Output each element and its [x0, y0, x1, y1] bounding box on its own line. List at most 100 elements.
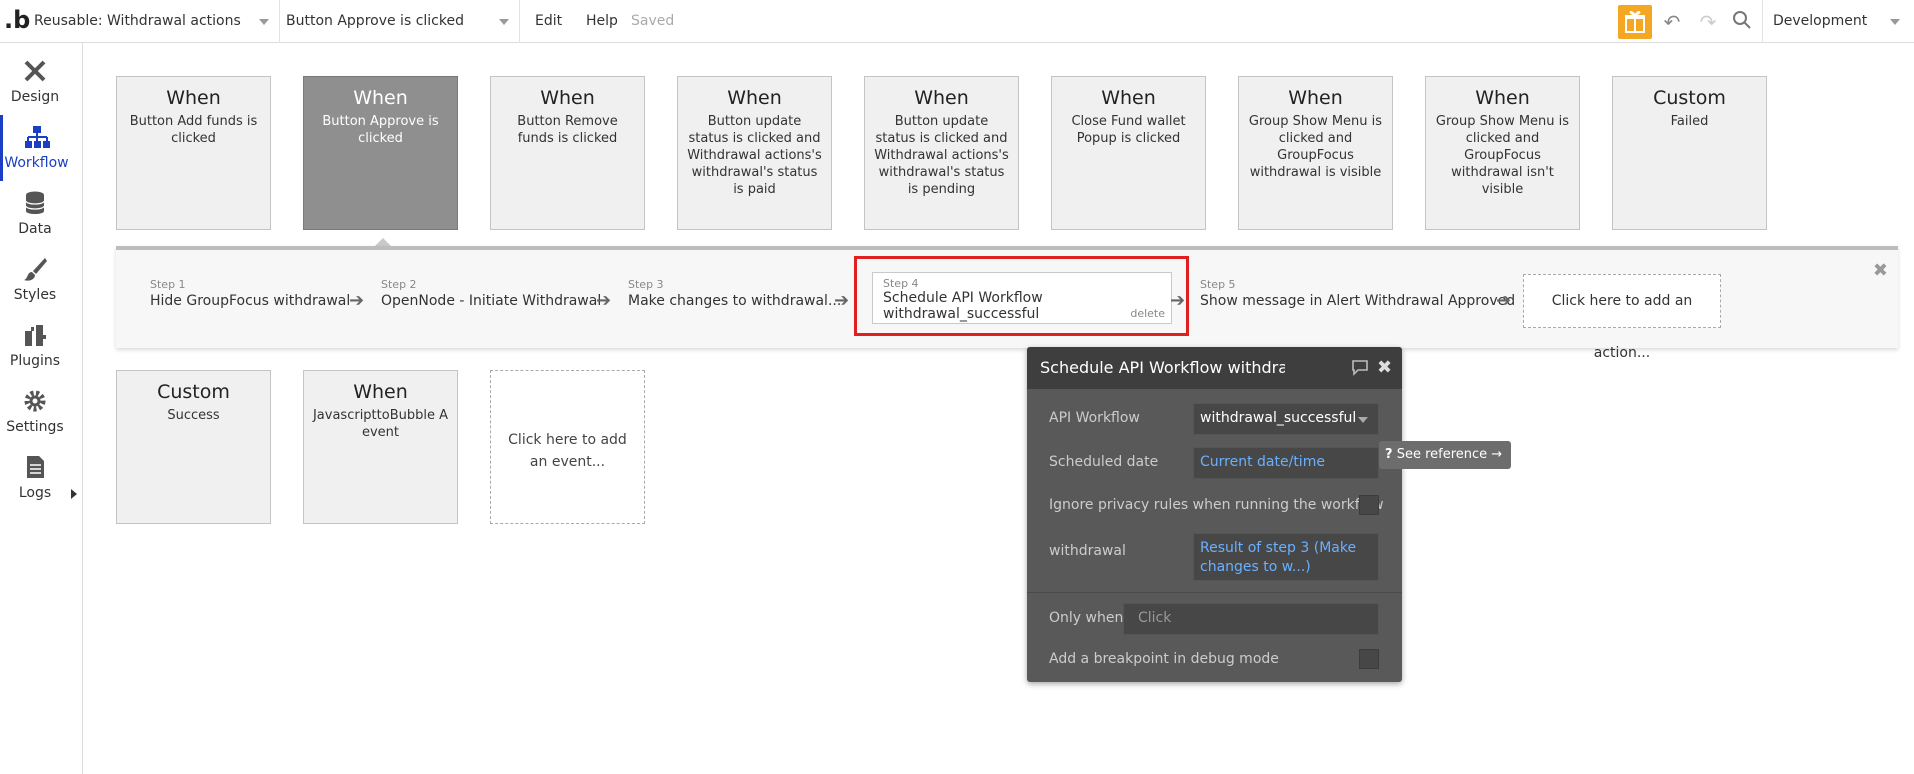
redo-icon[interactable]: ↷ — [1696, 10, 1720, 34]
event-card[interactable]: When Button update status is clicked and… — [864, 76, 1019, 230]
step-1[interactable]: Step 1 Hide GroupFocus withdrawal — [150, 278, 350, 309]
step-number: Step 5 — [1200, 278, 1236, 291]
event-card[interactable]: When Button Remove funds is clicked — [490, 76, 645, 230]
step-number: Step 1 — [150, 278, 186, 291]
step-3[interactable]: Step 3 Make changes to withdrawal... — [628, 278, 841, 309]
environment-selector[interactable]: Development — [1762, 0, 1914, 43]
sidebar-item-plugins[interactable]: Plugins — [0, 313, 70, 379]
sidebar-item-label: Styles — [13, 287, 57, 303]
step-number: Step 2 — [381, 278, 417, 291]
breakpoint-checkbox[interactable] — [1359, 649, 1379, 669]
event-description: Close Fund wallet Popup is clicked — [1071, 114, 1186, 146]
close-icon[interactable]: ✖ — [1873, 260, 1888, 281]
step-4-highlight: Step 4 Schedule API Workflow withdrawal_… — [854, 256, 1189, 336]
event-card-selected[interactable]: When Button Approve is clicked — [303, 76, 458, 230]
step-label: OpenNode - Initiate Withdrawal — [381, 293, 602, 309]
sidebar-item-label: Data — [18, 221, 52, 237]
gear-icon — [24, 390, 46, 412]
panel-divider — [1027, 592, 1402, 593]
add-action-button[interactable]: Click here to add an action... — [1523, 274, 1721, 361]
event-card[interactable]: When Close Fund wallet Popup is clicked — [1051, 76, 1206, 230]
step-4[interactable]: Step 4 Schedule API Workflow withdrawal_… — [872, 272, 1172, 324]
api-workflow-value: withdrawal_successful — [1200, 410, 1357, 426]
design-icon — [24, 60, 46, 82]
panel-title: Schedule API Workflow withdrawal_success… — [1040, 358, 1285, 377]
event-description: Button update status is clicked and With… — [874, 114, 1009, 197]
action-property-panel: Schedule API Workflow withdrawal_success… — [1027, 347, 1402, 682]
step-number: Step 4 — [883, 277, 919, 290]
database-icon — [25, 191, 45, 214]
event-card[interactable]: When JavascripttoBubble A event — [303, 370, 458, 524]
comment-icon[interactable] — [1350, 357, 1370, 382]
step-number: Step 3 — [628, 278, 664, 291]
sidebar-item-label: Workflow — [4, 155, 69, 171]
sidebar-item-data[interactable]: Data — [0, 181, 70, 247]
delete-step-link[interactable]: delete — [1130, 307, 1165, 320]
scheduled-date-field[interactable]: Current date/time — [1193, 447, 1379, 479]
ignore-privacy-checkbox[interactable] — [1359, 495, 1379, 515]
bubble-logo-icon[interactable]: .b — [4, 6, 30, 36]
event-card[interactable]: When Group Show Menu is clicked and Grou… — [1425, 76, 1580, 230]
sidebar-item-styles[interactable]: Styles — [0, 247, 70, 313]
event-description: Group Show Menu is clicked and GroupFocu… — [1435, 114, 1570, 197]
expand-arrow-icon[interactable] — [71, 489, 77, 499]
panel-header: Schedule API Workflow withdrawal_success… — [1027, 347, 1402, 389]
event-kind: When — [727, 87, 782, 109]
withdrawal-label: withdrawal — [1049, 543, 1126, 559]
see-reference-button[interactable]: ? See reference → — [1379, 441, 1511, 469]
add-event-button[interactable]: Click here to add an event... — [490, 370, 645, 524]
arrow-right-icon: ➔ — [1170, 290, 1186, 311]
event-kind: When — [166, 87, 221, 109]
event-card[interactable]: When Button update status is clicked and… — [677, 76, 832, 230]
sidebar-item-logs[interactable]: Logs — [0, 445, 70, 511]
sidebar-item-design[interactable]: Design — [0, 49, 70, 115]
only-when-label: Only when — [1049, 610, 1124, 626]
only-when-input[interactable]: Click — [1123, 603, 1379, 635]
event-description: Button Remove funds is clicked — [517, 114, 618, 146]
top-bar: .b Reusable: Withdrawal actions Button A… — [0, 0, 1914, 43]
event-selector-label: Button Approve is clicked — [286, 13, 464, 29]
arrow-right-icon: ➔ — [834, 290, 850, 311]
chevron-down-icon — [259, 19, 269, 25]
event-kind: When — [540, 87, 595, 109]
menu-edit[interactable]: Edit — [535, 0, 562, 43]
event-description: Failed — [1670, 114, 1709, 129]
event-card[interactable]: When Button Add funds is clicked — [116, 76, 271, 230]
event-selector[interactable]: Button Approve is clicked — [280, 0, 520, 43]
undo-icon[interactable]: ↶ — [1660, 10, 1684, 34]
chevron-down-icon — [1358, 417, 1368, 423]
event-card[interactable]: When Group Show Menu is clicked and Grou… — [1238, 76, 1393, 230]
step-2[interactable]: Step 2 OpenNode - Initiate Withdrawal — [381, 278, 601, 309]
event-card[interactable]: Custom Failed — [1612, 76, 1767, 230]
withdrawal-field[interactable]: Result of step 3 (Make changes to w...) — [1193, 533, 1379, 581]
left-sidebar: Design Workflow Data Styles Plugins Sett… — [0, 43, 83, 774]
page-selector[interactable]: Reusable: Withdrawal actions — [28, 0, 280, 43]
menu-help[interactable]: Help — [586, 0, 618, 43]
event-description: Group Show Menu is clicked and GroupFocu… — [1248, 114, 1383, 180]
event-card[interactable]: Custom Success — [116, 370, 271, 524]
actions-row: Step 1 Hide GroupFocus withdrawal ➔ Step… — [116, 246, 1898, 361]
page-selector-label: Reusable: Withdrawal actions — [34, 13, 241, 29]
sidebar-item-label: Logs — [18, 485, 52, 501]
sidebar-item-label: Settings — [6, 419, 64, 435]
search-icon[interactable] — [1730, 10, 1754, 34]
event-kind: When — [1101, 87, 1156, 109]
sidebar-item-workflow[interactable]: Workflow — [0, 115, 70, 181]
chevron-down-icon — [1890, 19, 1900, 25]
event-description: JavascripttoBubble A event — [312, 408, 449, 440]
api-workflow-dropdown[interactable]: withdrawal_successful — [1193, 403, 1379, 435]
sidebar-item-settings[interactable]: Settings — [0, 379, 70, 445]
plugin-icon — [25, 325, 46, 346]
close-icon[interactable]: ✖ — [1377, 357, 1392, 378]
chevron-down-icon — [499, 19, 509, 25]
brush-icon — [24, 258, 47, 281]
ignore-privacy-label: Ignore privacy rules when running the wo… — [1049, 497, 1384, 513]
see-reference-label: See reference → — [1396, 447, 1503, 462]
arrow-right-icon: ➔ — [1496, 290, 1512, 311]
step-label: Schedule API Workflow withdrawal_success… — [883, 290, 1043, 322]
event-kind: When — [1475, 87, 1530, 109]
gift-icon[interactable] — [1618, 5, 1652, 39]
step-5[interactable]: Step 5 Show message in Alert Withdrawal … — [1200, 278, 1515, 309]
step-label: Show message in Alert Withdrawal Approve… — [1200, 293, 1516, 309]
sidebar-item-label: Plugins — [9, 353, 61, 369]
